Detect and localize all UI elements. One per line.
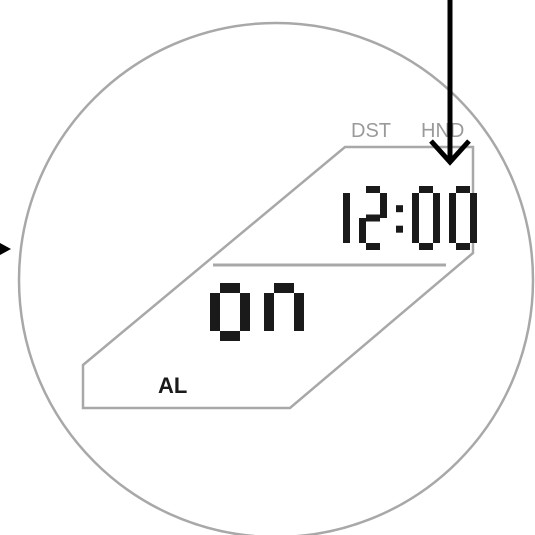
segment-e (359, 218, 366, 243)
time-digit (412, 186, 440, 250)
segment-a (366, 186, 380, 193)
segment-e (449, 218, 456, 243)
watch-face-outline (19, 23, 533, 535)
mode-label-al: AL (158, 373, 187, 398)
segment-c (294, 312, 304, 331)
segment-b (470, 193, 477, 218)
segment-d (456, 243, 470, 250)
segment-e (264, 312, 274, 331)
segment-g (366, 215, 380, 222)
segment-b (433, 193, 440, 218)
segment-b (380, 193, 387, 218)
segment-f (449, 193, 456, 218)
segment-a (419, 186, 433, 193)
segment-b (294, 293, 304, 312)
segment-f (264, 293, 274, 312)
segment-a (220, 283, 240, 293)
segment-f (412, 193, 419, 218)
segment-c (433, 218, 440, 243)
segment-e (412, 218, 419, 243)
segment-d (419, 243, 433, 250)
colon-dot (396, 226, 403, 233)
segment-a (456, 186, 470, 193)
time-digit (343, 193, 350, 243)
segment-e (210, 312, 220, 331)
state-digit (210, 283, 250, 341)
time-digit (449, 186, 477, 250)
segment-c (470, 218, 477, 243)
segment-b (240, 293, 250, 312)
time-display (343, 186, 477, 250)
segment-c (343, 218, 350, 243)
segment-a (274, 283, 294, 293)
arrow-right-icon (0, 243, 11, 255)
hnd-indicator: HND (421, 120, 464, 142)
segment-c (240, 312, 250, 331)
segment-d (220, 331, 240, 341)
lcd-panel-outline (83, 147, 473, 408)
colon-dot (396, 205, 403, 212)
segment-d (366, 243, 380, 250)
dst-indicator: DST (351, 120, 391, 142)
state-digit (264, 283, 304, 331)
time-digit (359, 186, 387, 250)
segment-f (210, 293, 220, 312)
alarm-state-display (210, 283, 304, 341)
colon-segment (396, 205, 403, 232)
watch-display-diagram: DST HND AL (0, 0, 535, 535)
segment-b (343, 193, 350, 218)
